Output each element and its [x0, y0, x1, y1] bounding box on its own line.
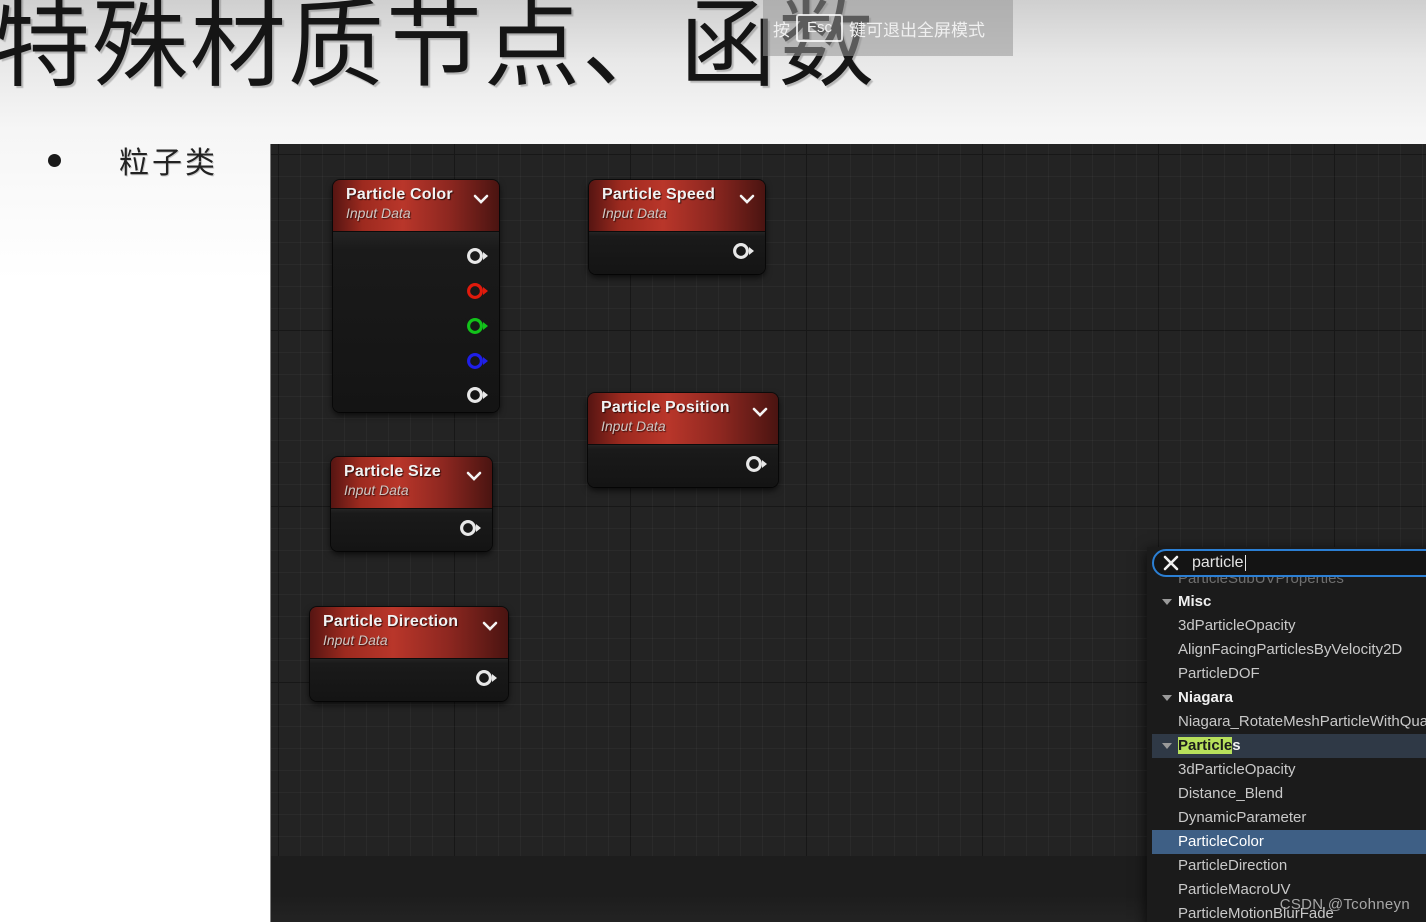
list-item[interactable]: 3dParticleOpacity: [1152, 758, 1426, 782]
list-item[interactable]: AlignFacingParticlesByVelocity2D: [1152, 638, 1426, 662]
output-pin-value[interactable]: [733, 243, 756, 259]
list-item[interactable]: ParticleDirection: [1152, 854, 1426, 878]
output-pin-b[interactable]: [467, 353, 490, 369]
list-item-label: 3dParticleOpacity: [1178, 617, 1296, 634]
list-item-label: AlignFacingParticlesByVelocity2D: [1178, 641, 1403, 658]
list-item-selected[interactable]: ParticleColor: [1152, 830, 1426, 854]
match-highlight: Particle: [1178, 737, 1233, 754]
bullet-label: 粒子类: [119, 147, 218, 180]
presentation-slide: 特殊材质节点、函数 按 Esc 键可退出全屏模式 粒子类 Particle Co…: [0, 0, 1426, 922]
chevron-down-icon[interactable]: [473, 194, 489, 204]
output-pin-g[interactable]: [467, 318, 490, 334]
list-item-label: ParticleColor: [1178, 833, 1264, 850]
watermark-label: CSDN @Tcohneyn: [1279, 896, 1410, 913]
node-title: Particle Direction: [323, 613, 459, 630]
list-category-niagara[interactable]: Niagara: [1152, 686, 1426, 710]
output-pin-value[interactable]: [746, 456, 769, 472]
node-body: [310, 659, 508, 701]
list-item[interactable]: ParticleDOF: [1152, 662, 1426, 686]
node-body: [333, 232, 499, 412]
output-pin-rgba[interactable]: [467, 248, 490, 264]
bullet-item: 粒子类: [48, 138, 218, 182]
node-header[interactable]: Particle Color Input Data: [333, 180, 499, 232]
node-particle-size[interactable]: Particle Size Input Data: [331, 457, 492, 551]
fullscreen-hint-toast: 按 Esc 键可退出全屏模式: [763, 0, 1013, 56]
list-item-label: DynamicParameter: [1178, 809, 1307, 826]
text-caret: [1244, 555, 1246, 571]
toast-prefix: 按: [773, 20, 790, 40]
list-item-label: ParticleMacroUV: [1178, 881, 1291, 898]
node-particle-speed[interactable]: Particle Speed Input Data: [589, 180, 765, 274]
node-header[interactable]: Particle Speed Input Data: [589, 180, 765, 232]
search-field-wrapper[interactable]: particle: [1152, 549, 1426, 577]
esc-key-badge: Esc: [796, 14, 844, 42]
output-pin-value[interactable]: [460, 520, 483, 536]
chevron-down-icon[interactable]: [739, 194, 755, 204]
list-item[interactable]: 3dParticleOpacity: [1152, 614, 1426, 638]
output-pin-value[interactable]: [476, 670, 499, 686]
list-item-label: 3dParticleOpacity: [1178, 761, 1296, 778]
node-subtitle: Input Data: [602, 205, 667, 221]
node-particle-position[interactable]: Particle Position Input Data: [588, 393, 778, 487]
list-category-misc[interactable]: Misc: [1152, 590, 1426, 614]
chevron-down-icon[interactable]: [752, 407, 768, 417]
page-title: 特殊材质节点、函数: [0, 0, 876, 99]
list-item-label: ParticleDOF: [1178, 665, 1260, 682]
node-body: [331, 509, 492, 551]
node-header[interactable]: Particle Size Input Data: [331, 457, 492, 509]
list-item-label: ParticleDirection: [1178, 857, 1288, 874]
toast-suffix: 键可退出全屏模式: [849, 20, 986, 40]
chevron-down-icon[interactable]: [1162, 695, 1172, 701]
list-category-label: Misc: [1178, 593, 1212, 610]
output-pin-a[interactable]: [467, 387, 490, 403]
chevron-down-icon[interactable]: [482, 621, 498, 631]
node-body: [588, 445, 778, 487]
node-search-popup[interactable]: particle ParticleSubUVProperties Misc 3d…: [1147, 547, 1426, 922]
list-item-label: Distance_Blend: [1178, 785, 1284, 802]
node-particle-color[interactable]: Particle Color Input Data: [333, 180, 499, 412]
list-item-label: Niagara_RotateMeshParticleWithQuaternion: [1178, 713, 1426, 730]
node-subtitle: Input Data: [346, 205, 411, 221]
list-item[interactable]: DynamicParameter: [1152, 806, 1426, 830]
close-icon[interactable]: [1162, 554, 1180, 572]
chevron-down-icon[interactable]: [1162, 599, 1172, 605]
list-category-label: Niagara: [1178, 689, 1234, 706]
list-item[interactable]: Distance_Blend: [1152, 782, 1426, 806]
search-input[interactable]: particle: [1192, 554, 1244, 572]
chevron-down-icon[interactable]: [466, 471, 482, 481]
node-subtitle: Input Data: [323, 632, 388, 648]
chevron-down-icon[interactable]: [1162, 743, 1172, 749]
node-header[interactable]: Particle Position Input Data: [588, 393, 778, 445]
list-category-particles[interactable]: Particles: [1152, 734, 1426, 758]
list-item[interactable]: Niagara_RotateMeshParticleWithQuaternion: [1152, 710, 1426, 734]
output-pin-r[interactable]: [467, 283, 490, 299]
material-graph-screenshot: Particle Color Input Data Particle Speed…: [271, 144, 1426, 922]
node-subtitle: Input Data: [344, 482, 409, 498]
list-category-label-tail: s: [1232, 737, 1241, 754]
node-body: [589, 232, 765, 274]
search-results-list[interactable]: ParticleSubUVProperties Misc 3dParticleO…: [1152, 574, 1426, 922]
bullet-dot-icon: [48, 153, 61, 167]
node-particle-direction[interactable]: Particle Direction Input Data: [310, 607, 508, 701]
node-header[interactable]: Particle Direction Input Data: [310, 607, 508, 659]
node-subtitle: Input Data: [601, 418, 666, 434]
